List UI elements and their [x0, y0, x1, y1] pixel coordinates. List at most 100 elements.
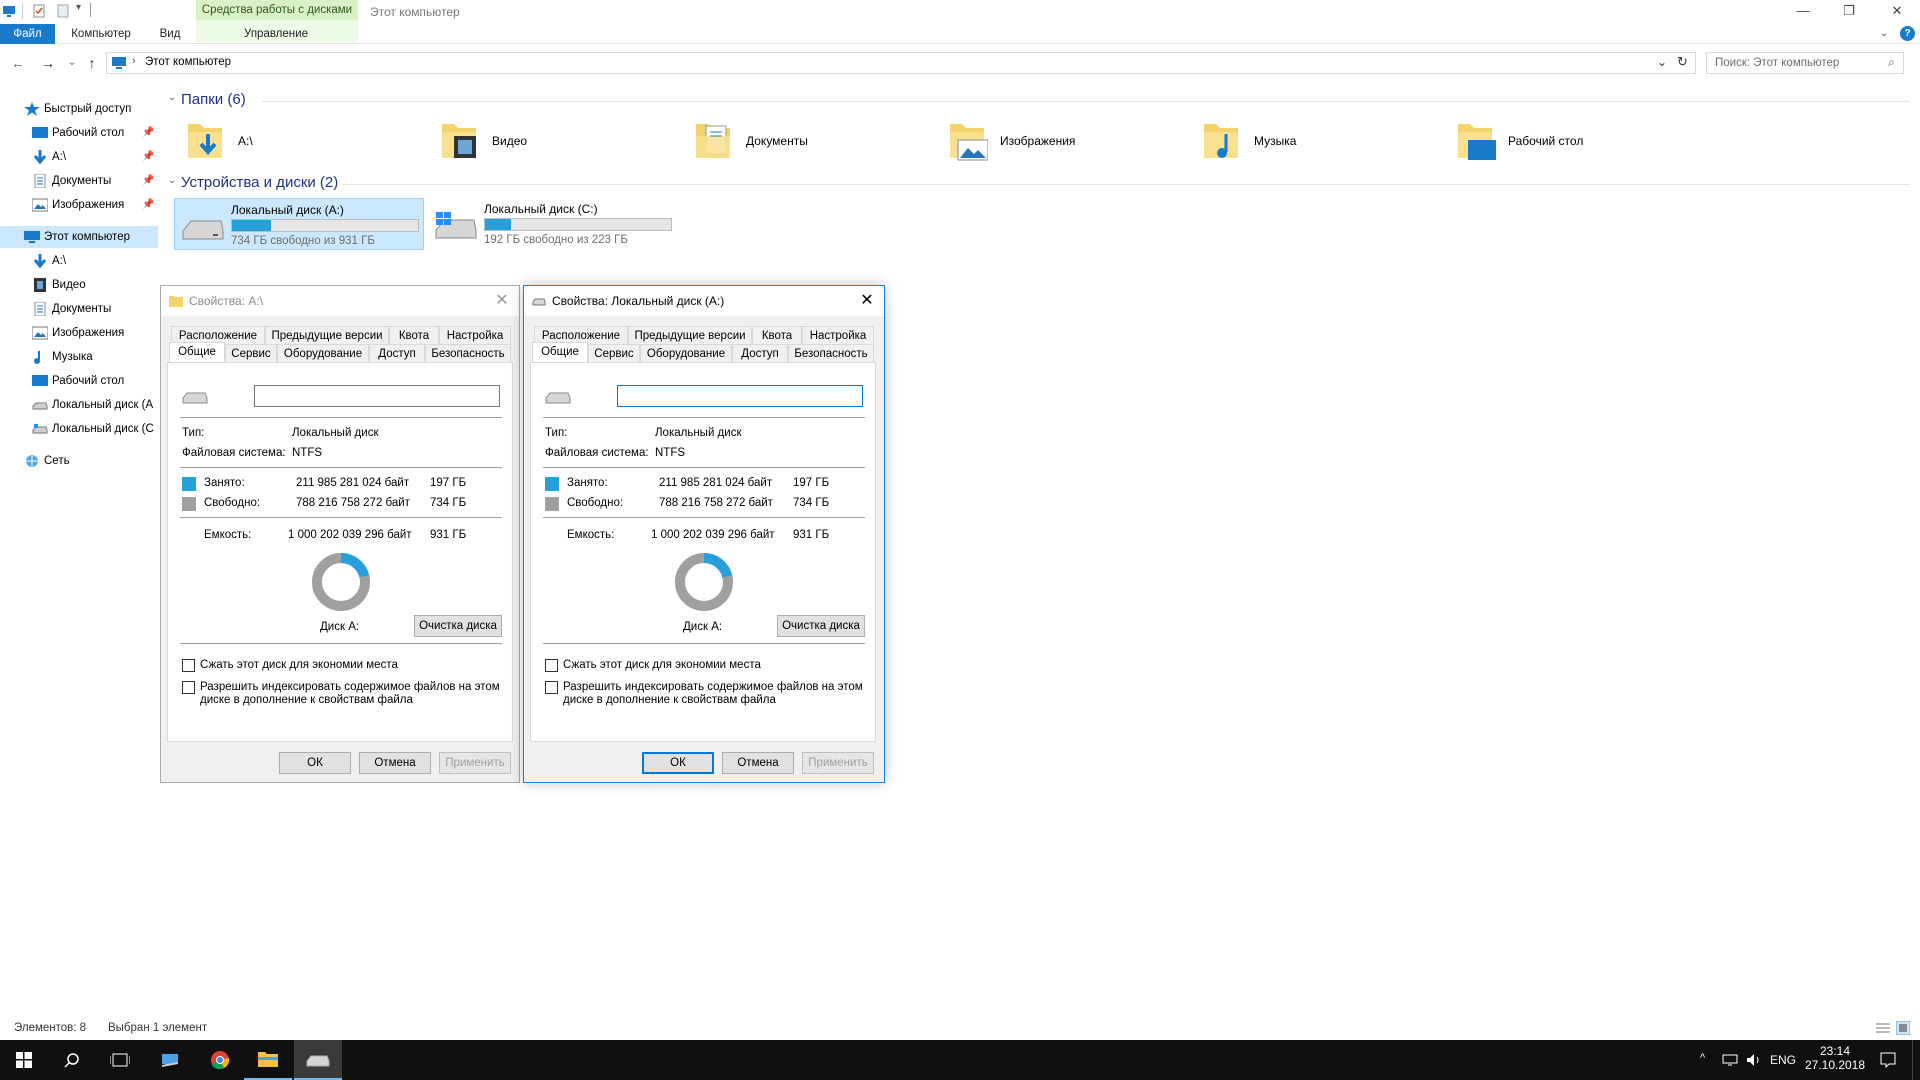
- taskbar-file-explorer[interactable]: [244, 1040, 292, 1080]
- recent-locations-icon[interactable]: ⌄: [62, 54, 82, 72]
- apply-button[interactable]: Применить: [439, 752, 511, 774]
- disk-cleanup-button[interactable]: Очистка диска: [414, 615, 502, 637]
- computer-icon[interactable]: [2, 4, 16, 18]
- pin-icon[interactable]: 📌: [142, 194, 154, 216]
- tab-file[interactable]: Файл: [0, 24, 55, 44]
- folder-pictures[interactable]: Изображения: [948, 118, 1148, 166]
- folder-documents[interactable]: Документы: [694, 118, 894, 166]
- tab-security[interactable]: Безопасность: [425, 344, 511, 362]
- nav-pictures-pinned[interactable]: Изображения 📌: [0, 194, 158, 216]
- nav-video[interactable]: Видео: [0, 274, 158, 296]
- cancel-button[interactable]: Отмена: [359, 752, 431, 774]
- search-icon[interactable]: ⌕: [1888, 55, 1895, 70]
- expand-ribbon-icon[interactable]: ⌄: [1880, 28, 1888, 39]
- up-button[interactable]: ↑: [82, 54, 102, 72]
- drive-local-a[interactable]: Локальный диск (A:) 734 ГБ свободно из 9…: [174, 198, 424, 250]
- nav-network[interactable]: Сеть: [0, 450, 158, 472]
- dialog-close-button[interactable]: ✕: [485, 286, 519, 316]
- nav-this-pc[interactable]: Этот компьютер: [0, 226, 158, 248]
- nav-desktop-pinned[interactable]: Рабочий стол 📌: [0, 122, 158, 144]
- apply-button[interactable]: Применить: [802, 752, 874, 774]
- tab-tools[interactable]: Сервис: [225, 344, 277, 362]
- nav-documents[interactable]: Документы: [0, 298, 158, 320]
- nav-quick-access[interactable]: Быстрый доступ: [0, 98, 158, 120]
- tab-general[interactable]: Общие: [532, 342, 588, 362]
- search-input[interactable]: Поиск: Этот компьютер: [1706, 52, 1904, 74]
- nav-pictures[interactable]: Изображения: [0, 322, 158, 344]
- volume-name-input[interactable]: [254, 385, 500, 407]
- tab-security[interactable]: Безопасность: [788, 344, 874, 362]
- ok-button[interactable]: ОК: [642, 752, 714, 774]
- index-checkbox[interactable]: [182, 681, 195, 694]
- nav-desktop[interactable]: Рабочий стол: [0, 370, 158, 392]
- details-view-icon[interactable]: [1876, 1022, 1890, 1034]
- tab-sharing[interactable]: Доступ: [732, 344, 788, 362]
- devices-group-header[interactable]: Устройства и диски (2): [181, 174, 338, 191]
- customize-toolbar-icon[interactable]: ▾: [76, 2, 81, 13]
- folders-group-header[interactable]: Папки (6): [181, 91, 246, 108]
- tab-computer[interactable]: Компьютер: [62, 24, 140, 44]
- pin-icon[interactable]: 📌: [142, 170, 154, 192]
- nav-documents-pinned[interactable]: Документы 📌: [0, 170, 158, 192]
- tab-general[interactable]: Общие: [169, 342, 225, 362]
- nav-a-drive-pinned[interactable]: A:\ 📌: [0, 146, 158, 168]
- back-button[interactable]: ←: [8, 54, 28, 72]
- tab-view[interactable]: Вид: [150, 24, 190, 44]
- tab-quota[interactable]: Квота: [752, 326, 802, 344]
- dialog-title[interactable]: Свойства: Локальный диск (A:): [524, 286, 884, 316]
- tab-previous-versions[interactable]: Предыдущие версии: [628, 326, 752, 344]
- address-bar[interactable]: › Этот компьютер ⌄ ↻: [106, 52, 1696, 74]
- refresh-icon[interactable]: ↻: [1677, 54, 1688, 70]
- volume-name-input[interactable]: [617, 385, 863, 407]
- address-dropdown-icon[interactable]: ⌄: [1657, 55, 1667, 69]
- nav-local-disk-a[interactable]: Локальный диск (A: [0, 394, 158, 416]
- nav-music[interactable]: Музыка: [0, 346, 158, 368]
- clock[interactable]: 23:14 27.10.2018: [1800, 1044, 1870, 1076]
- nav-local-disk-c[interactable]: Локальный диск (C: [0, 418, 158, 440]
- language-indicator[interactable]: ENG: [1770, 1053, 1796, 1067]
- dialog-close-button[interactable]: ✕: [850, 286, 884, 316]
- pin-icon[interactable]: 📌: [142, 122, 154, 144]
- folder-video[interactable]: Видео: [440, 118, 640, 166]
- nav-a-drive[interactable]: A:\: [0, 250, 158, 272]
- tab-customize[interactable]: Настройка: [802, 326, 874, 344]
- search-button[interactable]: [48, 1040, 96, 1080]
- pin-icon[interactable]: 📌: [142, 146, 154, 168]
- tab-customize[interactable]: Настройка: [439, 326, 511, 344]
- compress-checkbox[interactable]: [545, 659, 558, 672]
- breadcrumb-separator[interactable]: ›: [132, 55, 136, 67]
- cancel-button[interactable]: Отмена: [722, 752, 794, 774]
- compress-checkbox[interactable]: [182, 659, 195, 672]
- taskbar-disk-properties[interactable]: [294, 1040, 342, 1080]
- index-checkbox[interactable]: [545, 681, 558, 694]
- show-hidden-icons[interactable]: ^: [1700, 1052, 1705, 1064]
- start-button[interactable]: [0, 1040, 48, 1080]
- folder-music[interactable]: Музыка: [1202, 118, 1402, 166]
- ok-button[interactable]: ОК: [279, 752, 351, 774]
- large-icons-view-icon[interactable]: [1896, 1021, 1910, 1035]
- help-icon[interactable]: ?: [1900, 26, 1915, 41]
- notifications-icon[interactable]: [1880, 1052, 1896, 1068]
- tab-quota[interactable]: Квота: [389, 326, 439, 344]
- forward-button[interactable]: →: [38, 54, 58, 72]
- folder-a-drive[interactable]: A:\: [186, 118, 386, 166]
- network-tray-icon[interactable]: [1722, 1053, 1738, 1067]
- tab-tools[interactable]: Сервис: [588, 344, 640, 362]
- tab-sharing[interactable]: Доступ: [369, 344, 425, 362]
- taskbar-app-pinned[interactable]: [146, 1040, 194, 1080]
- task-view-button[interactable]: [96, 1040, 144, 1080]
- collapse-folders-icon[interactable]: ⌄: [168, 92, 176, 103]
- volume-icon[interactable]: [1746, 1053, 1762, 1067]
- tab-hardware[interactable]: Оборудование: [277, 344, 369, 362]
- drive-local-c[interactable]: Локальный диск (C:) 192 ГБ свободно из 2…: [428, 198, 678, 250]
- folder-desktop[interactable]: Рабочий стол: [1456, 118, 1656, 166]
- breadcrumb[interactable]: Этот компьютер: [145, 56, 231, 68]
- tab-manage[interactable]: Управление: [226, 24, 326, 44]
- properties-icon[interactable]: [32, 4, 46, 18]
- taskbar-chrome[interactable]: [196, 1040, 244, 1080]
- show-desktop-button[interactable]: [1912, 1040, 1920, 1080]
- tab-hardware[interactable]: Оборудование: [640, 344, 732, 362]
- collapse-devices-icon[interactable]: ⌄: [168, 175, 176, 186]
- minimize-button[interactable]: —: [1780, 0, 1826, 24]
- close-button[interactable]: ✕: [1874, 0, 1920, 24]
